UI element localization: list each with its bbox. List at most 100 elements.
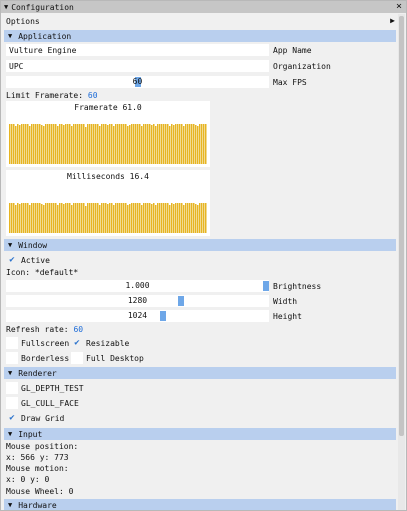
checkmark-icon[interactable]: ✔ <box>6 412 18 424</box>
histogram-bar <box>121 203 123 233</box>
menu-options[interactable]: Options <box>6 17 40 26</box>
histogram-bar <box>11 203 13 233</box>
histogram-bar <box>159 124 161 164</box>
collapse-triangle-icon: ▼ <box>8 32 13 40</box>
histogram-bar <box>163 124 165 164</box>
header-input[interactable]: ▼ Input <box>4 428 396 440</box>
histogram-bar <box>81 124 83 164</box>
histogram-bar <box>149 124 151 164</box>
histogram-bar <box>163 203 165 233</box>
header-window[interactable]: ▼ Window <box>4 239 396 251</box>
histogram-bar <box>175 124 177 164</box>
close-icon[interactable]: × <box>396 1 402 13</box>
checkbox-box[interactable] <box>6 382 18 394</box>
histogram-bar <box>51 203 53 233</box>
max-fps-label: Max FPS <box>273 78 307 87</box>
histogram-bar <box>179 203 181 233</box>
width-slider[interactable]: 1280 <box>6 295 269 307</box>
histogram-bar <box>115 203 117 233</box>
histogram-bar <box>205 203 207 233</box>
histogram-bar <box>145 203 147 233</box>
cull-face-checkbox[interactable]: GL_CULL_FACE <box>6 397 79 409</box>
full-desktop-checkbox[interactable]: Full Desktop <box>71 352 144 364</box>
histogram-bar <box>79 124 81 164</box>
histogram-bar <box>35 124 37 164</box>
histogram-bar <box>65 124 67 164</box>
checkbox-box[interactable] <box>6 352 18 364</box>
histogram-bar <box>101 124 103 164</box>
histogram-bar <box>109 124 111 164</box>
active-checkbox[interactable]: ✔ Active <box>6 254 50 266</box>
histogram-bar <box>47 203 49 233</box>
histogram-bar <box>133 203 135 233</box>
histogram-bar <box>99 126 101 164</box>
checkmark-icon[interactable]: ✔ <box>6 254 18 266</box>
histogram-bar <box>187 124 189 164</box>
histogram-bar <box>25 124 27 164</box>
menu-arrow-icon[interactable]: ▶ <box>390 16 395 25</box>
histogram-bar <box>29 205 31 233</box>
histogram-bar <box>145 124 147 164</box>
histogram-bar <box>147 124 149 164</box>
histogram-bar <box>105 203 107 233</box>
histogram-bar <box>199 124 201 164</box>
scrollbar-thumb[interactable] <box>399 16 404 436</box>
checkmark-icon[interactable]: ✔ <box>71 337 83 349</box>
histogram-bar <box>127 126 129 164</box>
histogram-bar <box>183 205 185 233</box>
icon-label: Icon: *default* <box>6 268 79 277</box>
histogram-bar <box>177 203 179 233</box>
histogram-bar <box>43 205 45 233</box>
max-fps-slider[interactable]: 60 <box>6 76 269 88</box>
histogram-bar <box>59 203 61 233</box>
histogram-bar <box>189 124 191 164</box>
title-bar[interactable]: ▼ Configuration × <box>1 1 406 13</box>
histogram-bar <box>75 124 77 164</box>
fullscreen-checkbox[interactable]: Fullscreen <box>6 337 69 349</box>
checkbox-box[interactable] <box>71 352 83 364</box>
resizable-label: Resizable <box>86 338 130 348</box>
histogram-bar <box>97 124 99 164</box>
app-name-input[interactable]: Vulture Engine <box>6 44 269 56</box>
histogram-bar <box>47 124 49 164</box>
draw-grid-checkbox[interactable]: ✔ Draw Grid <box>6 412 64 424</box>
height-slider[interactable]: 1024 <box>6 310 269 322</box>
histogram-bar <box>57 126 59 164</box>
histogram-bar <box>197 205 199 233</box>
histogram-bar <box>21 203 23 233</box>
histogram-bar <box>121 124 123 164</box>
header-label: Application <box>18 31 72 41</box>
organization-value: UPC <box>9 61 24 71</box>
depth-test-label: GL_DEPTH_TEST <box>21 383 84 393</box>
collapse-triangle-icon[interactable]: ▼ <box>4 3 8 11</box>
vertical-scrollbar[interactable] <box>398 14 405 510</box>
resizable-checkbox[interactable]: ✔ Resizable <box>71 337 129 349</box>
histogram-bar <box>71 126 73 164</box>
histogram-bar <box>27 203 29 233</box>
histogram-bar <box>203 203 205 233</box>
app-name-label: App Name <box>273 46 312 55</box>
organization-input[interactable]: UPC <box>6 60 269 72</box>
histogram-bar <box>23 124 25 164</box>
checkbox-box[interactable] <box>6 337 18 349</box>
brightness-slider[interactable]: 1.000 <box>6 280 269 292</box>
checkbox-box[interactable] <box>6 397 18 409</box>
histogram-bar <box>107 204 109 233</box>
histogram-bar <box>19 125 21 164</box>
histogram-bar <box>87 203 89 233</box>
histogram-bar <box>173 125 175 164</box>
depth-test-checkbox[interactable]: GL_DEPTH_TEST <box>6 382 84 394</box>
histogram-bar <box>171 124 173 164</box>
histogram-bar <box>79 203 81 233</box>
histogram-bar <box>91 203 93 233</box>
histogram-bar <box>139 124 141 164</box>
mouse-position-value: x: 566 y: 773 <box>6 453 69 462</box>
header-renderer[interactable]: ▼ Renderer <box>4 367 396 379</box>
histogram-bar <box>65 203 67 233</box>
histogram-bar <box>141 205 143 233</box>
borderless-checkbox[interactable]: Borderless <box>6 352 69 364</box>
header-hardware[interactable]: ▼ Hardware <box>4 499 396 510</box>
histogram-bar <box>193 124 195 164</box>
histogram-bar <box>201 203 203 233</box>
header-application[interactable]: ▼ Application <box>4 30 396 42</box>
